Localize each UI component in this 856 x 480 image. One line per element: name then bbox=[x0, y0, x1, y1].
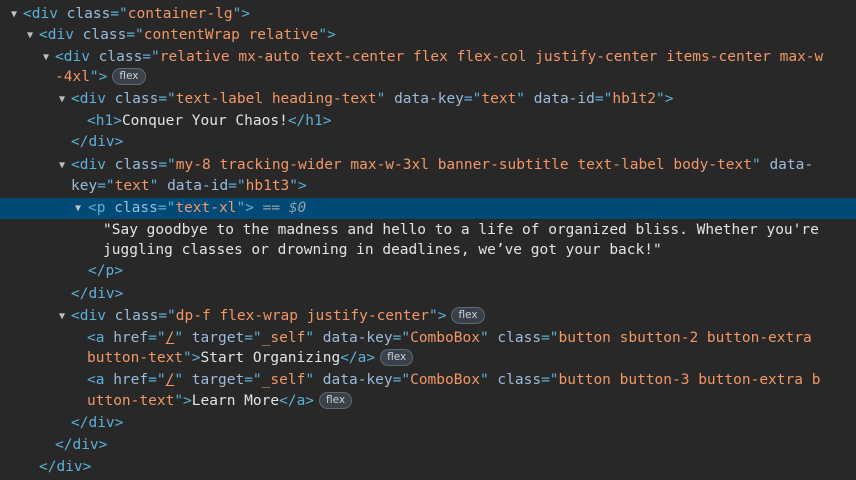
dom-node-subtitle-wrapper[interactable]: <div class="my-8 tracking-wider max-w-3x… bbox=[0, 155, 856, 176]
dom-node-buttons-wrapper[interactable]: <div class="dp-f flex-wrap justify-cente… bbox=[0, 306, 856, 327]
collapse-triangle-icon[interactable] bbox=[24, 25, 36, 46]
dom-text-node[interactable]: "Say goodbye to the madness and hello to… bbox=[0, 220, 856, 241]
dom-node-container-lg[interactable]: <div class="container-lg"> bbox=[0, 4, 856, 25]
dom-node-anchor-learn-cont[interactable]: utton-text">Learn More</a> flex bbox=[0, 391, 856, 412]
dom-node-subtitle-wrapper-cont[interactable]: key="text" data-id="hb1t3"> bbox=[0, 176, 856, 197]
dom-tree: <div class="container-lg"> <div class="c… bbox=[0, 0, 856, 480]
dom-node-h1[interactable]: <h1>Conquer Your Chaos!</h1> bbox=[0, 111, 856, 132]
collapse-triangle-icon[interactable] bbox=[8, 4, 20, 25]
dom-node-close-div[interactable]: </div> bbox=[0, 457, 856, 478]
dom-node-close-div[interactable]: </div> bbox=[0, 413, 856, 434]
dom-node-close-div[interactable]: </div> bbox=[0, 284, 856, 305]
dom-node-close-div[interactable]: </div> bbox=[0, 435, 856, 456]
dom-node-anchor-start-cont[interactable]: button-text">Start Organizing</a> flex bbox=[0, 348, 856, 369]
flex-badge[interactable]: flex bbox=[319, 392, 353, 409]
dom-node-close-p[interactable]: </p> bbox=[0, 261, 856, 282]
dom-node-flex-wrapper-cont[interactable]: -4xl"> flex bbox=[0, 67, 856, 88]
dom-node-anchor-learn[interactable]: <a href="/" target="_self" data-key="Com… bbox=[0, 370, 856, 391]
selected-marker: == $0 bbox=[262, 200, 307, 216]
dom-node-p-selected[interactable]: <p class="text-xl"> == $0 bbox=[0, 198, 856, 219]
dom-text-node-cont[interactable]: juggling classes or drowning in deadline… bbox=[0, 240, 856, 261]
flex-badge[interactable]: flex bbox=[380, 349, 414, 366]
collapse-triangle-icon[interactable] bbox=[40, 47, 52, 68]
collapse-triangle-icon[interactable] bbox=[56, 89, 68, 110]
dom-node-heading-wrapper[interactable]: <div class="text-label heading-text" dat… bbox=[0, 89, 856, 110]
dom-node-flex-wrapper[interactable]: <div class="relative mx-auto text-center… bbox=[0, 47, 856, 68]
dom-node-close-div[interactable]: </div> bbox=[0, 132, 856, 153]
collapse-triangle-icon[interactable] bbox=[56, 155, 68, 176]
dom-node-anchor-start[interactable]: <a href="/" target="_self" data-key="Com… bbox=[0, 328, 856, 349]
collapse-triangle-icon[interactable] bbox=[72, 198, 84, 219]
dom-node-contentwrap[interactable]: <div class="contentWrap relative"> bbox=[0, 25, 856, 46]
flex-badge[interactable]: flex bbox=[451, 307, 485, 324]
collapse-triangle-icon[interactable] bbox=[56, 306, 68, 327]
flex-badge[interactable]: flex bbox=[112, 68, 146, 85]
